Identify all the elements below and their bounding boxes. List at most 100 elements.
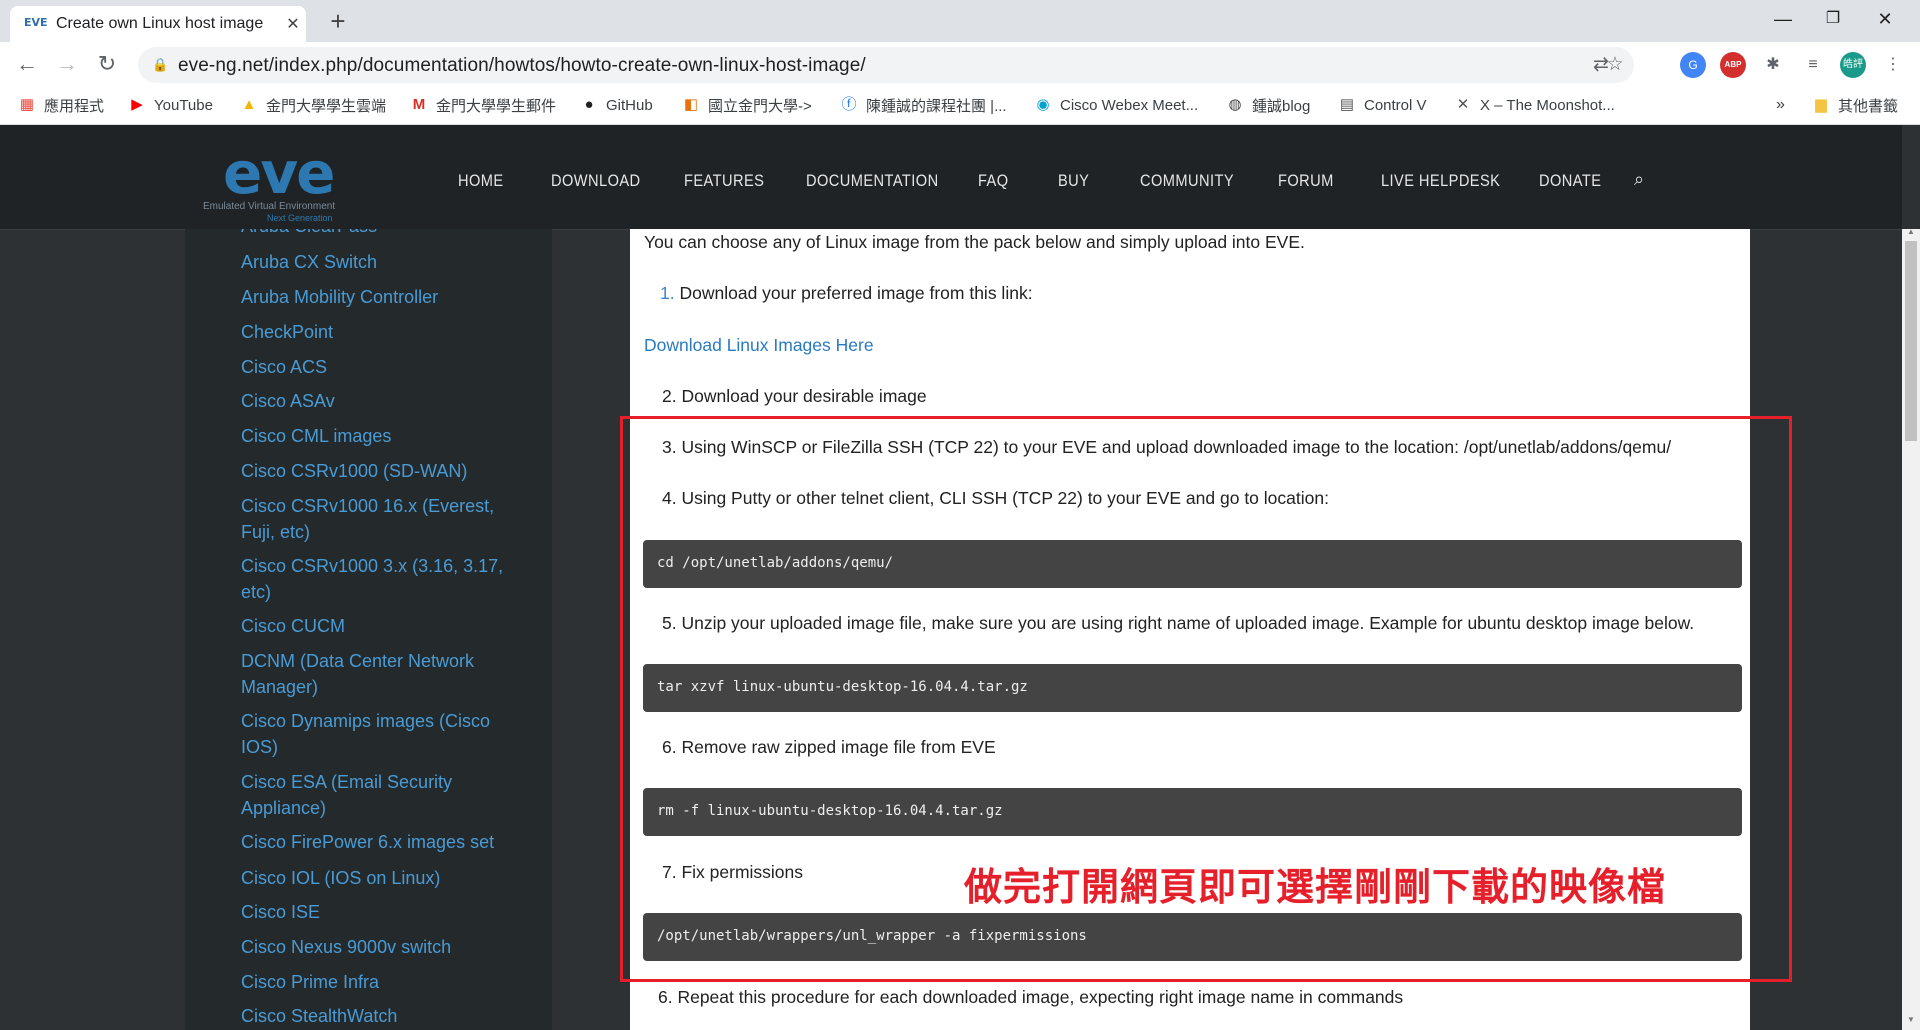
bookmark-school[interactable]: ◧ 國立金門大學-> <box>682 94 812 116</box>
bookmark-label: 金門大學學生郵件 <box>436 97 557 115</box>
sidebar-item[interactable]: Cisco CSRv1000 (SD-WAN) <box>241 458 511 484</box>
tab-title: Create own Linux host image <box>56 15 264 32</box>
menu-icon[interactable]: ⋮ <box>1880 52 1906 78</box>
bookmarks-overflow-button[interactable]: » <box>1776 94 1785 116</box>
clipboard-icon: ▤ <box>1339 96 1355 113</box>
nav-documentation[interactable]: DOCUMENTATION <box>806 171 939 191</box>
logo-subtitle-2: Next Generation <box>267 213 333 223</box>
sidebar-item[interactable]: Cisco Prime Infra <box>241 969 511 995</box>
close-tab-icon[interactable]: ✕ <box>280 14 306 34</box>
annotation-note: 做完打開網頁即可選擇剛剛下載的映像檔 <box>964 865 1667 909</box>
reading-list-icon[interactable]: ≡ <box>1800 52 1826 78</box>
nav-home[interactable]: HOME <box>458 171 504 191</box>
bookmark-label: 國立金門大學-> <box>708 97 812 115</box>
sidebar-item[interactable]: Cisco Dynamips images (Cisco IOS) <box>241 708 511 760</box>
sidebar-item[interactable]: Aruba ClearPass <box>241 229 511 239</box>
reload-button[interactable]: ↻ <box>92 50 122 80</box>
bookmark-moonshot[interactable]: ✕ X – The Moonshot... <box>1454 94 1615 116</box>
scrollbar-thumb[interactable] <box>1905 241 1917 441</box>
sidebar-item[interactable]: Cisco CSRv1000 16.x (Everest, Fuji, etc) <box>241 493 511 545</box>
nav-faq[interactable]: FAQ <box>978 171 1009 191</box>
address-bar[interactable]: 🔒 eve-ng.net/index.php/documentation/how… <box>138 47 1634 83</box>
nav-live-helpdesk[interactable]: LIVE HELPDESK <box>1381 171 1500 191</box>
bookmark-github[interactable]: ● GitHub <box>580 94 652 116</box>
scroll-up-icon[interactable]: ▲ <box>1907 227 1915 236</box>
other-bookmarks[interactable]: ▆ 其他書籤 <box>1812 94 1898 116</box>
webex-icon: ◉ <box>1036 96 1050 113</box>
nav-forum[interactable]: FORUM <box>1278 171 1334 191</box>
step-1-text: Download your preferred image from this … <box>679 283 1033 303</box>
sidebar-item[interactable]: Cisco StealthWatch <box>241 1003 511 1029</box>
x-icon: ✕ <box>1456 96 1470 113</box>
step-2: 2. Download your desirable image <box>662 386 927 406</box>
bookmark-apps[interactable]: ▦ 應用程式 <box>18 94 104 116</box>
nav-features[interactable]: FEATURES <box>684 171 764 191</box>
sidebar-item[interactable]: Cisco ACS <box>241 354 511 380</box>
sidebar-item[interactable]: Aruba CX Switch <box>241 249 511 275</box>
gmail-icon: M <box>412 96 426 113</box>
facebook-icon: ⓕ <box>841 96 857 113</box>
sidebar-item[interactable]: Cisco CML images <box>241 423 511 449</box>
step-1-number: 1. <box>660 283 675 303</box>
bookmark-drive[interactable]: ▲ 金門大學學生雲端 <box>240 94 386 116</box>
bookmark-label: 應用程式 <box>44 97 105 115</box>
back-button[interactable]: ← <box>12 50 42 80</box>
sidebar-item[interactable]: DCNM (Data Center Network Manager) <box>241 648 511 700</box>
github-icon: ● <box>584 96 594 113</box>
forward-button[interactable]: → <box>52 50 82 80</box>
bookmark-label: Control V <box>1364 96 1427 114</box>
sidebar-nav: Aruba ClearPass Aruba CX Switch Aruba Mo… <box>185 229 552 1030</box>
browser-tab[interactable]: EVE Create own Linux host image ✕ <box>10 6 306 42</box>
minimize-button[interactable]: — <box>1760 0 1806 40</box>
bookmark-label: 陳鍾誠的課程社團 |... <box>866 97 1007 115</box>
sidebar-item[interactable]: Cisco ESA (Email Security Appliance) <box>241 769 511 821</box>
url-text: eve-ng.net/index.php/documentation/howto… <box>178 55 866 76</box>
nav-community[interactable]: COMMUNITY <box>1140 171 1234 191</box>
extensions-icon[interactable]: ✱ <box>1760 52 1786 78</box>
bookmark-label: X – The Moonshot... <box>1480 96 1615 114</box>
restore-button[interactable]: ❐ <box>1810 0 1856 40</box>
sidebar-item[interactable]: Cisco Nexus 9000v switch <box>241 934 511 960</box>
bookmark-label: 金門大學學生雲端 <box>266 97 387 115</box>
sidebar-item[interactable]: CheckPoint <box>241 319 511 345</box>
logo-text: eve <box>223 139 335 207</box>
bookmark-youtube[interactable]: ▶ YouTube <box>128 94 213 116</box>
nav-donate[interactable]: DONATE <box>1539 171 1601 191</box>
page-scrollbar[interactable]: ▲ ▼ <box>1902 227 1920 1030</box>
profile-avatar[interactable]: 皓評 <box>1840 52 1866 78</box>
lock-icon[interactable]: 🔒 <box>152 57 168 72</box>
sidebar-item[interactable]: Aruba Mobility Controller <box>241 284 511 310</box>
bookmark-label: YouTube <box>154 96 213 114</box>
star-icon[interactable]: ☆ <box>1602 53 1628 79</box>
google-translate-ext-icon[interactable]: G <box>1680 52 1706 78</box>
bookmark-blog[interactable]: ◍ 鍾誠blog <box>1226 94 1310 116</box>
bookmark-label: Cisco Webex Meet... <box>1060 96 1199 114</box>
search-icon[interactable]: ⌕ <box>1634 169 1644 190</box>
bookmark-controlv[interactable]: ▤ Control V <box>1338 94 1427 116</box>
sidebar-item[interactable]: Cisco IOL (IOS on Linux) <box>241 865 511 891</box>
bookmark-facebook[interactable]: ⓕ 陳鍾誠的課程社團 |... <box>840 94 1007 116</box>
bookmarks-bar: ▦ 應用程式 ▶ YouTube ▲ 金門大學學生雲端 M 金門大學學生郵件 ● GitH… <box>0 86 1920 125</box>
intro-text: You can choose any of Linux image from t… <box>644 232 1305 252</box>
scroll-down-icon[interactable]: ▼ <box>1907 1015 1915 1024</box>
new-tab-button[interactable]: + <box>322 6 354 38</box>
bookmark-webex[interactable]: ◉ Cisco Webex Meet... <box>1034 94 1198 116</box>
folder-icon: ▆ <box>1815 96 1827 113</box>
browser-toolbar: ← → ↻ 🔒 eve-ng.net/index.php/documentati… <box>0 42 1920 86</box>
nav-buy[interactable]: BUY <box>1058 171 1089 191</box>
sidebar-item[interactable]: Cisco CUCM <box>241 613 511 639</box>
adblock-plus-icon[interactable]: ABP <box>1720 52 1746 78</box>
sidebar-item[interactable]: Cisco ASAv <box>241 388 511 414</box>
school-icon: ◧ <box>683 96 699 113</box>
close-window-button[interactable]: ✕ <box>1862 0 1908 40</box>
eve-logo[interactable]: eve Emulated Virtual Environment Next Ge… <box>203 139 373 223</box>
sidebar-item[interactable]: Cisco ISE <box>241 899 511 925</box>
download-linux-images-link[interactable]: Download Linux Images Here <box>644 335 874 356</box>
sidebar-item[interactable]: Cisco FirePower 6.x images set <box>241 829 511 855</box>
logo-subtitle: Emulated Virtual Environment <box>203 201 336 212</box>
bookmark-gmail[interactable]: M 金門大學學生郵件 <box>410 94 556 116</box>
sidebar-item[interactable]: Cisco CSRv1000 3.x (3.16, 3.17, etc) <box>241 553 511 605</box>
youtube-icon: ▶ <box>131 96 143 113</box>
drive-icon: ▲ <box>241 96 257 113</box>
nav-download[interactable]: DOWNLOAD <box>551 171 641 191</box>
